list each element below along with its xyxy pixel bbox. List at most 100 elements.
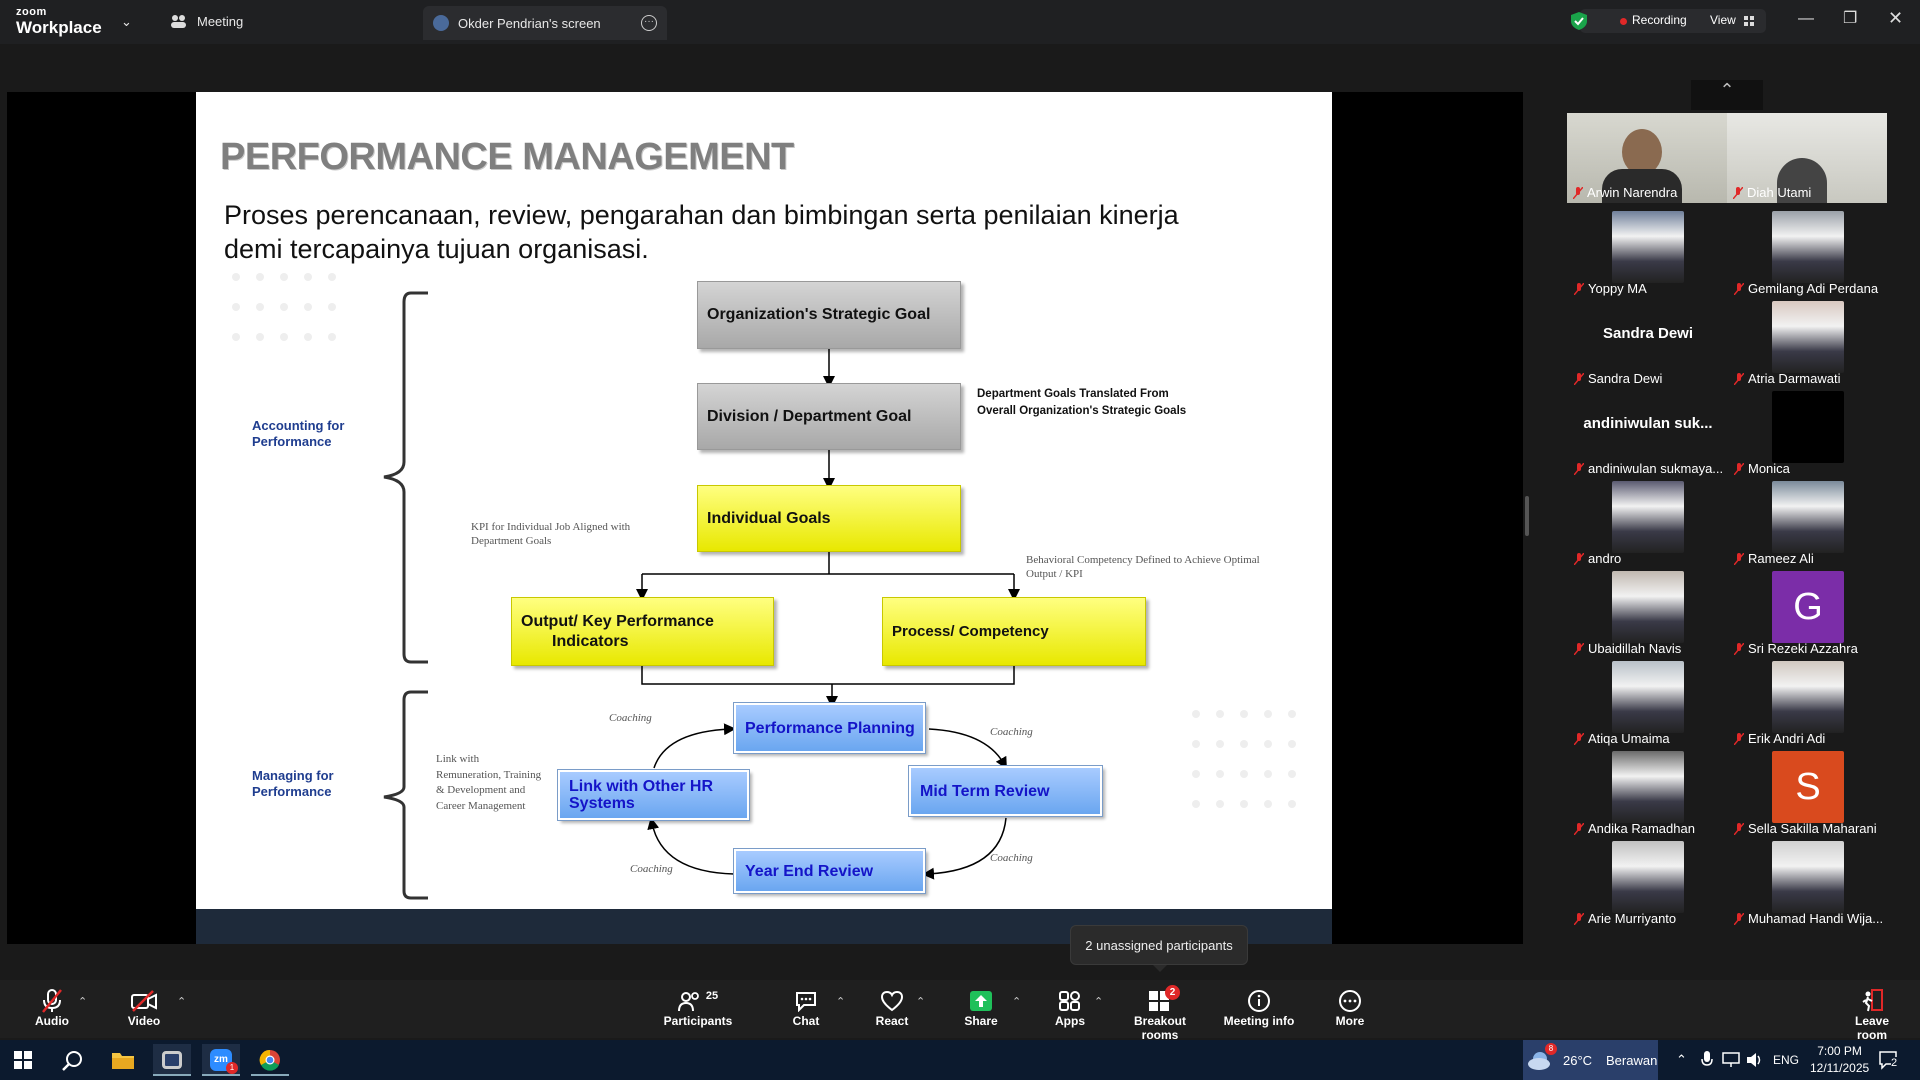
accounting-label: Accounting for Performance [252,418,345,449]
avatar [1772,211,1844,283]
video-button[interactable]: Video [122,988,166,1028]
react-button[interactable]: React [871,988,913,1028]
meeting-info-button[interactable]: Meeting info [1222,988,1296,1028]
resize-handle[interactable] [1525,496,1529,536]
chevron-up-icon[interactable]: ⌃ [78,995,87,1008]
microphone-icon[interactable] [1701,1051,1713,1069]
process-competency-box: Process/ Competency [882,597,1146,666]
language-indicator[interactable]: ENG [1773,1053,1799,1067]
avatar [433,15,449,31]
notification-badge: 1 [226,1062,238,1074]
volume-icon[interactable] [1746,1052,1764,1068]
mic-off-icon [1732,186,1744,199]
participant-name: andiniwulan sukmaya... [1588,461,1724,476]
mic-off-icon [1573,642,1585,655]
close-button[interactable]: ✕ [1888,8,1903,29]
breakout-icon: 2 [1114,985,1206,1014]
chevron-up-icon[interactable]: ⌃ [1094,995,1103,1008]
notification-badge: 2 [1165,985,1180,1000]
view-button[interactable]: View [1710,13,1736,27]
participant-tile[interactable]: G Sri Rezeki Azzahra [1728,571,1888,659]
chevron-down-icon[interactable]: ⌄ [121,14,132,30]
participant-tile[interactable]: andro [1568,481,1728,569]
chevron-up-icon[interactable]: ⌃ [836,995,845,1008]
participant-tile[interactable]: Diah Utami [1727,113,1887,203]
mic-off-icon [1733,642,1745,655]
participants-count: 25 [705,990,719,1002]
more-button[interactable]: More [1334,988,1366,1028]
participant-tile[interactable]: Yoppy MA [1568,211,1728,299]
audio-button[interactable]: Audio [30,988,74,1028]
mic-off-icon [1573,912,1585,925]
file-explorer-icon[interactable] [111,1050,135,1070]
participant-tile[interactable]: andiniwulan suk... andiniwulan sukmaya... [1568,391,1728,479]
participants-button[interactable]: 25 Participants [660,988,736,1028]
windows-start-icon[interactable] [14,1051,32,1069]
division-goal-box: Division / Department Goal [697,383,961,450]
participant-tile[interactable]: Muhamad Handi Wija... [1728,841,1888,929]
participant-tile[interactable]: S Sella Sakilla Maharani [1728,751,1888,839]
link-hr-box: Link with Other HR Systems [557,769,750,821]
participant-tile[interactable]: Rameez Ali [1728,481,1888,569]
apps-icon [1054,988,1086,1014]
participant-tile[interactable]: Erik Andri Adi [1728,661,1888,749]
screen-share-tab[interactable]: Okder Pendrian's screen ··· [423,6,667,40]
avatar [1612,841,1684,913]
presentation-slide: PERFORMANCE MANAGEMENT Proses perencanaa… [196,92,1332,909]
mic-off-icon [1733,732,1745,745]
breakout-rooms-button[interactable]: 2 Breakout rooms [1114,985,1206,1042]
clock[interactable]: 7:00 PM 12/11/2025 [1810,1043,1869,1077]
participant-tile[interactable]: Arie Murriyanto [1568,841,1728,929]
chevron-up-icon[interactable]: ⌃ [1012,995,1021,1008]
output-kpi-box: Output/ Key Performance Indicators [511,597,774,666]
coaching-label: Coaching [990,726,1033,738]
avatar [1612,211,1684,283]
search-icon[interactable] [62,1050,84,1072]
meeting-toolbar: Audio ⌃ Video ⌃ 25 Participants Chat ⌃ R… [0,980,1920,1042]
camera-app-icon[interactable] [153,1044,191,1076]
participant-tile[interactable]: Atria Darmawati [1728,301,1888,389]
avatar [1772,841,1844,913]
mic-off-icon [1573,372,1585,385]
notifications-button[interactable]: 2 [1878,1050,1898,1073]
link-note: Link with Remuneration, Training & Devel… [436,753,542,812]
share-button[interactable]: Share [960,988,1002,1028]
mic-off-icon [1573,462,1585,475]
participant-tile[interactable]: Sandra Dewi Sandra Dewi [1568,301,1728,389]
participant-name: Sella Sakilla Maharani [1748,821,1877,836]
participant-tile[interactable]: Gemilang Adi Perdana [1728,211,1888,299]
chevron-up-icon[interactable]: ⌃ [916,995,925,1008]
meeting-tab[interactable]: Meeting [170,13,243,29]
participant-tile[interactable]: Arwin Narendra [1567,113,1727,203]
notification-badge: 8 [1545,1043,1557,1055]
avatar: S [1772,751,1844,823]
dept-note: Department Goals Translated From Overall… [977,388,1187,417]
zoom-app-icon[interactable]: zm 1 [202,1044,240,1076]
participant-tile[interactable]: Ubaidillah Navis [1568,571,1728,659]
leave-room-button[interactable]: Leave room [1840,988,1904,1042]
chat-button[interactable]: Chat [786,988,826,1028]
avatar: G [1772,571,1844,643]
chevron-up-icon[interactable]: ⌃ [177,995,186,1008]
participant-tile[interactable]: Andika Ramadhan [1568,751,1728,839]
restore-button[interactable]: ❐ [1843,8,1857,28]
participant-tile[interactable]: Monica [1728,391,1888,479]
participant-name: Sandra Dewi [1588,371,1663,386]
year-end-review-box: Year End Review [733,848,926,894]
video-off-icon [122,988,166,1014]
weather-widget[interactable]: 8 26°C Berawan [1523,1040,1658,1080]
network-icon[interactable] [1722,1052,1740,1068]
recording-indicator[interactable]: Recording View [1571,9,1766,33]
participant-name: Gemilang Adi Perdana [1748,281,1879,296]
minimize-button[interactable]: — [1798,10,1814,28]
chrome-icon[interactable] [251,1044,289,1076]
apps-button[interactable]: Apps [1054,988,1086,1028]
kpi-note: KPI for Individual Job Aligned with Depa… [471,521,631,547]
coaching-label: Coaching [630,863,673,875]
mic-off-icon [1733,822,1745,835]
chevron-up-icon[interactable]: ⌃ [1676,1052,1687,1068]
mic-off-icon [1733,912,1745,925]
participant-tile[interactable]: Atiqa Umaima [1568,661,1728,749]
more-options-icon[interactable]: ··· [641,15,657,31]
mid-term-review-box: Mid Term Review [908,765,1103,817]
